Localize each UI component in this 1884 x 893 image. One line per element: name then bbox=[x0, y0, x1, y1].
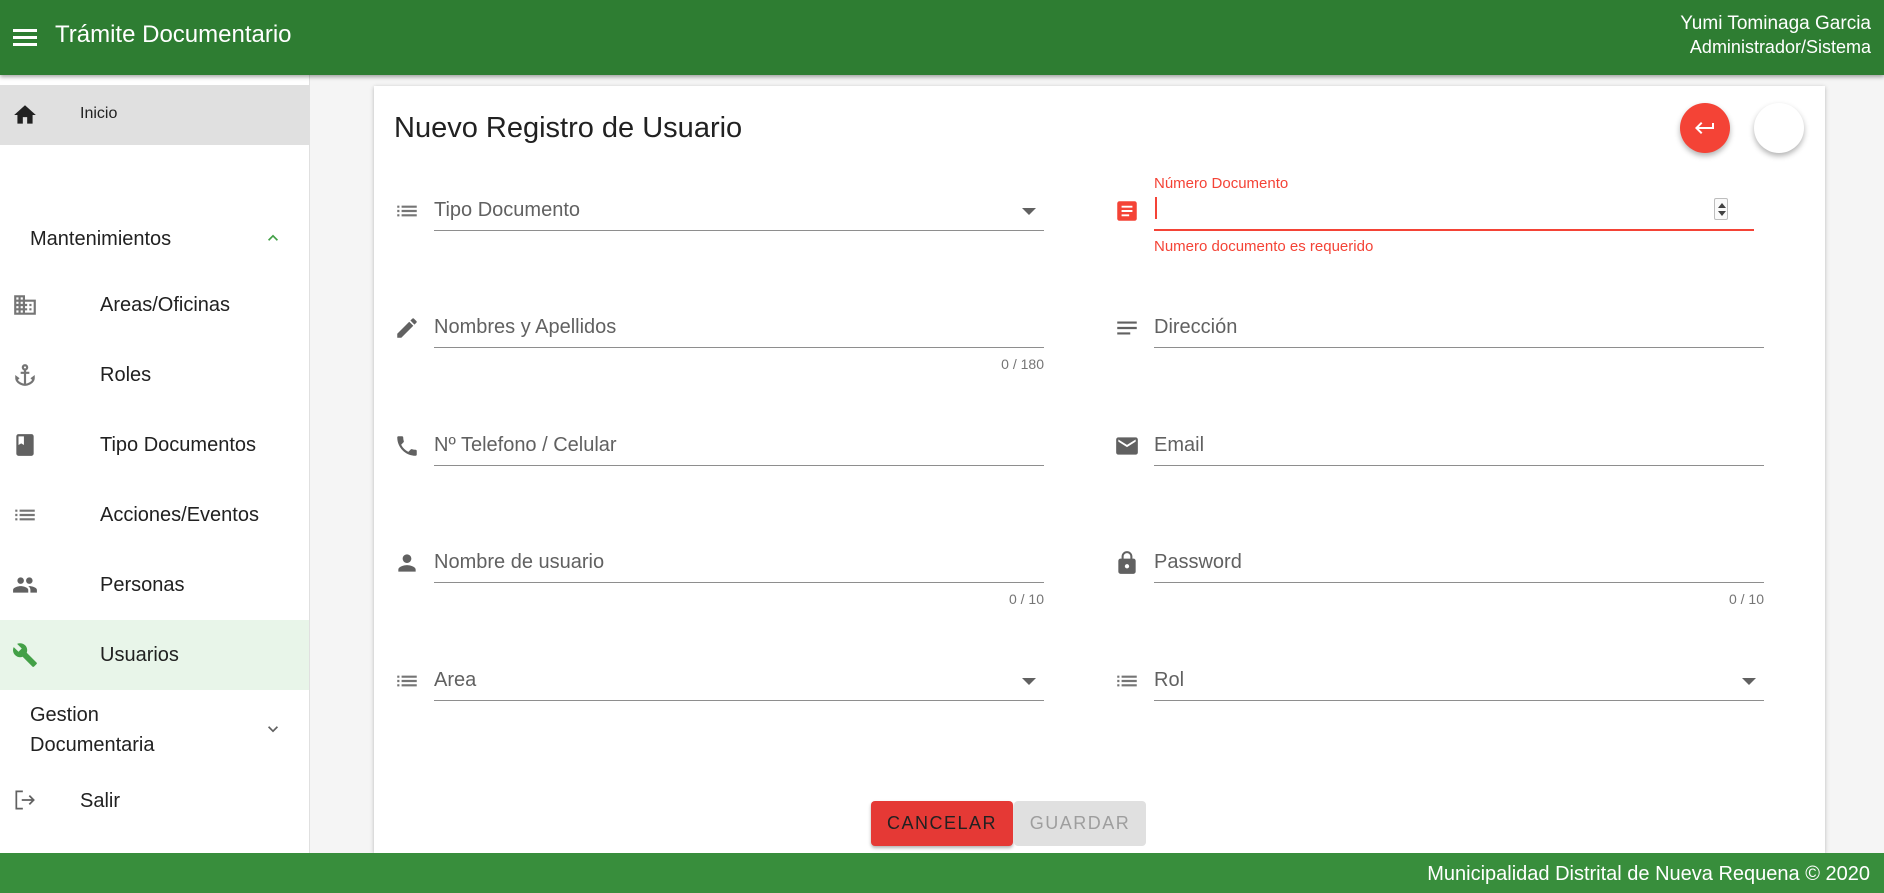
sidebar-group-gestion-documentaria[interactable]: Gestion Documentaria bbox=[0, 692, 309, 767]
nombres-placeholder: Nombres y Apellidos bbox=[434, 316, 617, 338]
back-button[interactable] bbox=[1680, 103, 1730, 153]
numero-documento-label: Número Documento bbox=[1154, 175, 1289, 192]
nombres-counter: 0 / 180 bbox=[1001, 356, 1044, 372]
sidebar-group-label: Mantenimientos bbox=[30, 228, 172, 250]
document-icon bbox=[1117, 201, 1137, 221]
book-icon bbox=[16, 434, 34, 456]
secondary-action-button[interactable] bbox=[1754, 103, 1804, 153]
people-icon bbox=[13, 577, 37, 593]
sidebar-item-label: Personas bbox=[100, 574, 185, 596]
rol-placeholder: Rol bbox=[1154, 669, 1185, 691]
sidebar-item-personas[interactable]: Personas bbox=[0, 550, 309, 620]
person-icon bbox=[398, 554, 416, 572]
nombres-apellidos-field[interactable]: Nombres y Apellidos 0 / 180 bbox=[394, 313, 1044, 383]
list-icon bbox=[15, 509, 35, 521]
user-role: Administrador/Sistema bbox=[1689, 37, 1871, 57]
logout-icon bbox=[15, 790, 35, 810]
sidebar-group-mantenimientos[interactable]: Mantenimientos bbox=[0, 216, 309, 274]
sidebar-item-label: Inicio bbox=[80, 105, 118, 122]
sidebar-item-label: Tipo Documentos bbox=[100, 434, 256, 456]
area-placeholder: Area bbox=[434, 669, 477, 691]
nombre-usuario-field[interactable]: Nombre de usuario 0 / 10 bbox=[394, 548, 1044, 618]
home-icon bbox=[14, 105, 36, 124]
list-icon bbox=[397, 205, 417, 217]
user-form-card: Nuevo Registro de Usuario Tipo Documento… bbox=[374, 86, 1825, 853]
sidebar-item-label: Roles bbox=[100, 364, 152, 386]
telefono-field[interactable]: Nº Telefono / Celular bbox=[394, 431, 1044, 491]
footer-copyright: Municipalidad Distrital de Nueva Requena… bbox=[1427, 863, 1870, 885]
password-counter: 0 / 10 bbox=[1728, 591, 1764, 607]
sidebar-item-inicio[interactable]: Inicio bbox=[0, 85, 309, 145]
menu-icon[interactable] bbox=[12, 24, 38, 50]
direccion-field[interactable]: Dirección bbox=[1114, 313, 1764, 373]
app-footer: Municipalidad Distrital de Nueva Requena… bbox=[0, 853, 1884, 893]
building-icon bbox=[14, 295, 36, 315]
list-icon bbox=[1117, 675, 1137, 687]
chevron-up-icon bbox=[268, 234, 278, 241]
chevron-down-icon bbox=[268, 726, 278, 733]
tipo-documento-placeholder: Tipo Documento bbox=[434, 199, 580, 221]
direccion-placeholder: Dirección bbox=[1154, 316, 1238, 338]
sidebar-item-label: Usuarios bbox=[100, 644, 179, 666]
numero-documento-error: Numero documento es requerido bbox=[1154, 238, 1374, 255]
sidebar-item-roles[interactable]: Roles bbox=[0, 340, 309, 410]
area-select[interactable]: Area bbox=[394, 666, 1044, 726]
mail-icon bbox=[1116, 437, 1138, 455]
sidebar-item-label: Salir bbox=[80, 790, 121, 812]
user-name[interactable]: Yumi Tominaga Garcia bbox=[1680, 13, 1871, 35]
page-title: Nuevo Registro de Usuario bbox=[394, 112, 743, 144]
password-field[interactable]: Password 0 / 10 bbox=[1114, 548, 1764, 618]
sidebar-group-label-line2: Documentaria bbox=[30, 734, 155, 756]
sidebar-item-salir[interactable]: Salir bbox=[0, 770, 309, 830]
list-icon bbox=[397, 675, 417, 687]
phone-icon bbox=[397, 436, 417, 456]
sidebar-group-label-line1: Gestion bbox=[30, 704, 99, 726]
sidebar: Inicio Mantenimientos Areas/Oficinas Rol… bbox=[0, 75, 310, 853]
sidebar-item-acciones-eventos[interactable]: Acciones/Eventos bbox=[0, 480, 309, 550]
return-icon bbox=[1695, 122, 1714, 134]
tipo-documento-select[interactable]: Tipo Documento bbox=[394, 196, 1044, 256]
sidebar-item-label: Areas/Oficinas bbox=[100, 294, 231, 316]
app-header: Trámite Documentario Yumi Tominaga Garci… bbox=[0, 0, 1884, 75]
dropdown-arrow-icon bbox=[1022, 208, 1036, 215]
pencil-icon bbox=[397, 318, 417, 338]
app-title: Trámite Documentario bbox=[55, 21, 292, 48]
cancel-button[interactable]: CANCELAR bbox=[871, 801, 1013, 846]
email-field[interactable]: Email bbox=[1114, 431, 1764, 491]
usuario-counter: 0 / 10 bbox=[1008, 591, 1044, 607]
wrench-icon bbox=[13, 643, 37, 667]
dropdown-arrow-icon bbox=[1022, 678, 1036, 685]
sidebar-item-label: Acciones/Eventos bbox=[100, 504, 259, 526]
number-stepper[interactable] bbox=[1714, 198, 1728, 220]
sidebar-item-usuarios[interactable]: Usuarios bbox=[0, 620, 309, 690]
rol-select[interactable]: Rol bbox=[1114, 666, 1764, 726]
password-placeholder: Password bbox=[1154, 551, 1242, 573]
anchor-icon bbox=[15, 364, 35, 386]
telefono-placeholder: Nº Telefono / Celular bbox=[434, 434, 617, 456]
usuario-placeholder: Nombre de usuario bbox=[434, 551, 605, 573]
lock-icon bbox=[1118, 551, 1136, 574]
save-button[interactable]: GUARDAR bbox=[1014, 801, 1146, 846]
dropdown-arrow-icon bbox=[1742, 678, 1756, 685]
numero-documento-field[interactable]: Número Documento Numero documento es req… bbox=[1114, 175, 1764, 270]
sidebar-item-tipo-documentos[interactable]: Tipo Documentos bbox=[0, 410, 309, 480]
notes-icon bbox=[1117, 321, 1137, 335]
sidebar-item-areas-oficinas[interactable]: Areas/Oficinas bbox=[0, 270, 309, 340]
email-placeholder: Email bbox=[1154, 434, 1205, 456]
